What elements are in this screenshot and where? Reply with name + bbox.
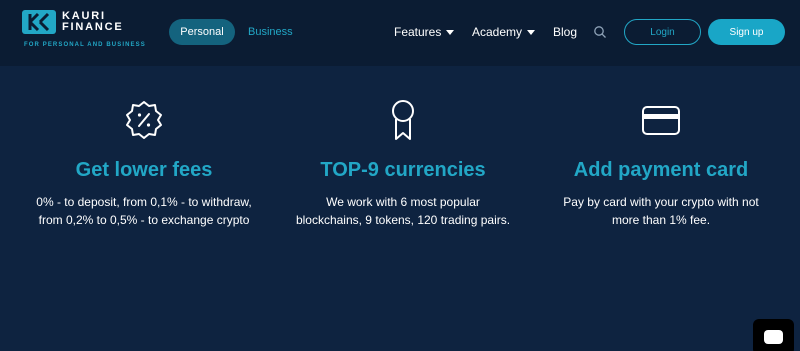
nav-features-label: Features bbox=[394, 25, 442, 39]
tab-business[interactable]: Business bbox=[248, 19, 293, 45]
chat-widget-button[interactable] bbox=[753, 319, 794, 351]
logo-tagline: FOR PERSONAL AND BUSINESS bbox=[24, 42, 146, 48]
feature-title: Get lower fees bbox=[75, 159, 213, 181]
login-button[interactable]: Login bbox=[624, 19, 701, 45]
feature-lower-fees: Get lower fees 0% - to deposit, from 0,1… bbox=[24, 96, 264, 229]
feature-description: 0% - to deposit, from 0,1% - to withdraw… bbox=[36, 195, 252, 227]
nav-academy-label: Academy bbox=[472, 25, 523, 39]
award-medal-icon bbox=[392, 100, 414, 140]
credit-card-icon bbox=[642, 106, 680, 135]
feature-description: Pay by card with your crypto with not mo… bbox=[563, 195, 759, 227]
nav-academy[interactable]: Academy bbox=[472, 19, 536, 45]
nav-features[interactable]: Features bbox=[394, 19, 455, 45]
chat-bubble-icon bbox=[764, 330, 783, 344]
feature-top-currencies: TOP-9 currencies We work with 6 most pop… bbox=[283, 96, 523, 229]
chevron-down-icon bbox=[446, 30, 455, 35]
kauri-finance-logo[interactable]: KAURI FINANCE FOR PERSONAL AND BUSINESS bbox=[22, 10, 152, 52]
feature-description: We work with 6 most popular blockchains,… bbox=[295, 195, 511, 227]
kauri-logo-mark-icon bbox=[22, 10, 56, 34]
discount-badge-icon bbox=[126, 101, 162, 139]
feature-payment-card: Add payment card Pay by card with your c… bbox=[541, 96, 781, 229]
chevron-down-icon bbox=[527, 30, 536, 35]
feature-title: TOP-9 currencies bbox=[320, 159, 486, 181]
logo-wordmark: KAURI FINANCE bbox=[62, 10, 124, 33]
site-header: KAURI FINANCE FOR PERSONAL AND BUSINESS … bbox=[0, 0, 800, 66]
search-icon[interactable] bbox=[593, 25, 607, 39]
nav-blog[interactable]: Blog bbox=[553, 19, 577, 45]
feature-title: Add payment card bbox=[573, 159, 749, 181]
tab-personal[interactable]: Personal bbox=[169, 19, 235, 45]
signup-button[interactable]: Sign up bbox=[708, 19, 785, 45]
